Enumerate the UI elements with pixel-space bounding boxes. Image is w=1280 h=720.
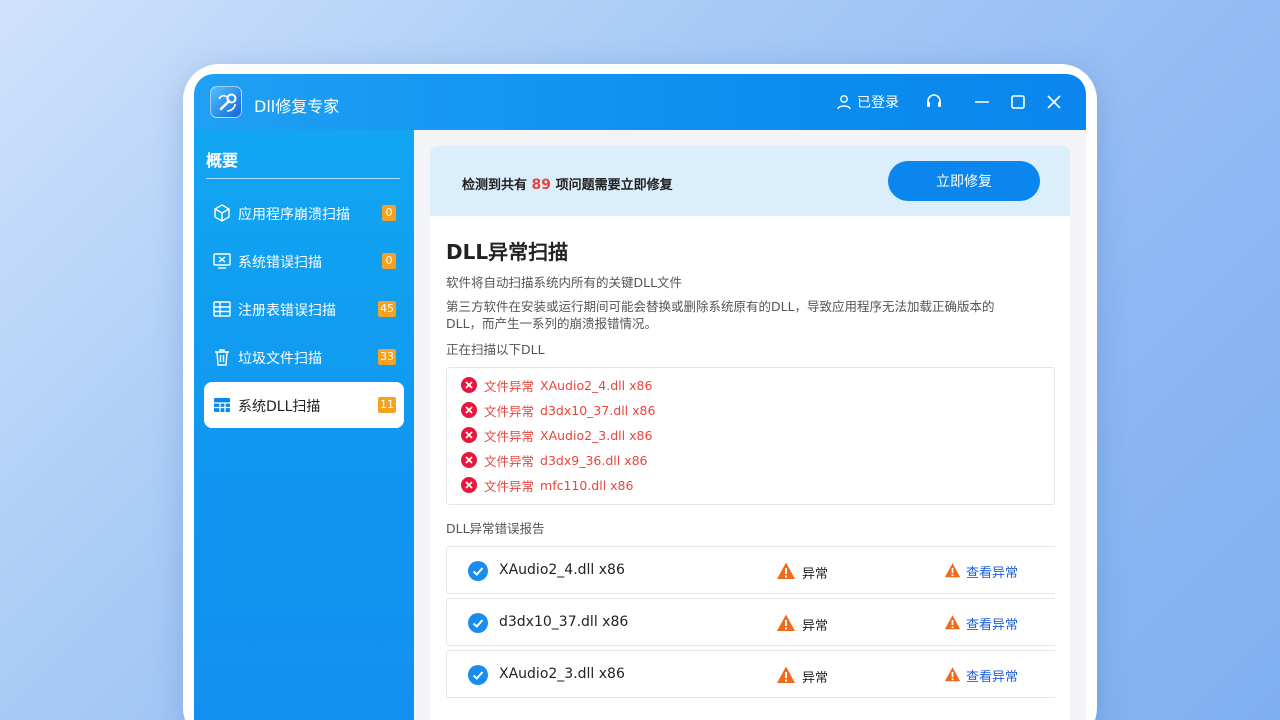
fix-now-button[interactable]: 立即修复 [888, 161, 1040, 201]
scan-item: 文件异常 XAudio2_3.dll x86 [461, 425, 652, 445]
sidebar-item-app-crash-scan[interactable]: 应用程序崩溃扫描 0 [204, 190, 404, 236]
sidebar-item-label: 系统错误扫描 [238, 255, 322, 271]
scan-item-status: 文件异常 [484, 403, 535, 419]
issue-summary-suffix: 项问题需要立即修复 [555, 178, 673, 193]
cube-icon [214, 204, 230, 222]
panel-title: DLL异常扫描 [446, 240, 569, 264]
sidebar-item-label: 注册表错误扫描 [238, 303, 336, 319]
report-row-name: XAudio2_4.dll x86 [499, 562, 625, 578]
scan-item-status: 文件异常 [484, 378, 535, 394]
panel-description-1: 软件将自动扫描系统内所有的关键DLL文件 [446, 275, 683, 290]
sidebar-divider [206, 178, 400, 179]
grid-icon [214, 398, 230, 412]
user-icon [837, 95, 851, 110]
scanning-list: 文件异常 XAudio2_4.dll x86 文件异常 d3dx10_37.dl… [446, 367, 1055, 505]
sidebar-item-label: 垃圾文件扫描 [238, 351, 322, 367]
warning-icon [944, 615, 961, 630]
scan-item: 文件异常 mfc110.dll x86 [461, 475, 633, 495]
main-content: 检测到共有 89 项问题需要立即修复 立即修复 DLL异常扫描 软件将自动扫描系… [430, 146, 1070, 720]
scan-item-status: 文件异常 [484, 478, 535, 494]
warning-icon [777, 614, 795, 631]
app-title: Dll修复专家 [254, 97, 340, 116]
scan-item-status: 文件异常 [484, 428, 535, 444]
sidebar-item-system-error-scan[interactable]: 系统错误扫描 0 [204, 238, 404, 284]
error-x-icon [461, 477, 477, 493]
scan-item-file: XAudio2_3.dll x86 [540, 427, 653, 443]
error-x-icon [461, 377, 477, 393]
issue-summary: 检测到共有 89 项问题需要立即修复 [462, 174, 673, 193]
report-row-name: d3dx10_37.dll x86 [499, 614, 629, 630]
scan-item-file: d3dx9_36.dll x86 [540, 452, 648, 468]
report-row: d3dx10_37.dll x86 异常 查看异常 [446, 598, 1055, 646]
report-row-status: 异常 [802, 671, 829, 686]
count-badge: 0 [382, 205, 396, 221]
login-status-button[interactable]: 已登录 [836, 92, 899, 112]
view-error-link[interactable]: 查看异常 [966, 614, 1018, 633]
sidebar: 概要 应用程序崩溃扫描 0 系统错误扫描 0 注册表错误扫描 45 垃圾文件扫描… [194, 130, 414, 720]
report-row: XAudio2_4.dll x86 异常 查看异常 [446, 546, 1055, 594]
view-error-link[interactable]: 查看异常 [966, 666, 1018, 685]
error-x-icon [461, 402, 477, 418]
scan-item: 文件异常 d3dx9_36.dll x86 [461, 450, 647, 470]
count-badge: 33 [378, 349, 396, 365]
report-row: XAudio2_3.dll x86 异常 查看异常 [446, 650, 1055, 698]
trash-icon [215, 349, 229, 366]
scan-item-file: XAudio2_4.dll x86 [540, 377, 653, 393]
check-circle-icon [468, 665, 488, 685]
scan-item: 文件异常 XAudio2_4.dll x86 [461, 375, 652, 395]
warning-icon [777, 562, 795, 579]
check-circle-icon [468, 561, 488, 581]
maximize-icon[interactable] [1008, 92, 1028, 112]
view-error-link[interactable]: 查看异常 [966, 562, 1018, 581]
report-label: DLL异常错误报告 [446, 521, 545, 536]
sidebar-title: 概要 [206, 151, 239, 170]
panel-description-2: 第三方软件在安装或运行期间可能会替换或删除系统原有的DLL，导致应用程序无法加载… [446, 299, 995, 331]
scan-item: 文件异常 d3dx10_37.dll x86 [461, 400, 655, 420]
monitor-error-icon [213, 253, 231, 269]
scan-item-status: 文件异常 [484, 453, 535, 469]
minimize-icon[interactable] [972, 92, 992, 112]
issue-banner: 检测到共有 89 项问题需要立即修复 立即修复 [430, 146, 1070, 216]
count-badge: 45 [378, 301, 396, 317]
check-circle-icon [468, 613, 488, 633]
scan-item-file: mfc110.dll x86 [540, 477, 634, 493]
close-icon[interactable] [1044, 92, 1064, 112]
headset-support-icon[interactable] [924, 92, 944, 112]
report-row-status: 异常 [802, 619, 829, 634]
error-x-icon [461, 452, 477, 468]
dll-scan-panel: DLL异常扫描 软件将自动扫描系统内所有的关键DLL文件 第三方软件在安装或运行… [430, 216, 1070, 720]
warning-icon [944, 667, 961, 682]
login-label: 已登录 [857, 95, 899, 111]
sidebar-item-junk-file-scan[interactable]: 垃圾文件扫描 33 [204, 334, 404, 380]
report-row-status: 异常 [802, 567, 829, 582]
count-badge: 11 [378, 397, 396, 413]
title-bar: Dll修复专家 已登录 [194, 74, 1086, 130]
sidebar-item-system-dll-scan[interactable]: 系统DLL扫描 11 [204, 382, 404, 428]
count-badge: 0 [382, 253, 396, 269]
warning-icon [944, 563, 961, 578]
report-row-name: XAudio2_3.dll x86 [499, 666, 625, 682]
issue-count: 89 [531, 177, 552, 193]
scan-item-file: d3dx10_37.dll x86 [540, 402, 656, 418]
sidebar-item-label: 系统DLL扫描 [238, 399, 321, 415]
sidebar-item-registry-error-scan[interactable]: 注册表错误扫描 45 [204, 286, 404, 332]
warning-icon [777, 666, 795, 683]
error-x-icon [461, 427, 477, 443]
table-icon [213, 301, 231, 317]
issue-summary-prefix: 检测到共有 [462, 178, 528, 193]
scanning-label: 正在扫描以下DLL [446, 342, 545, 357]
app-logo-icon [210, 86, 242, 118]
sidebar-item-label: 应用程序崩溃扫描 [238, 207, 350, 223]
